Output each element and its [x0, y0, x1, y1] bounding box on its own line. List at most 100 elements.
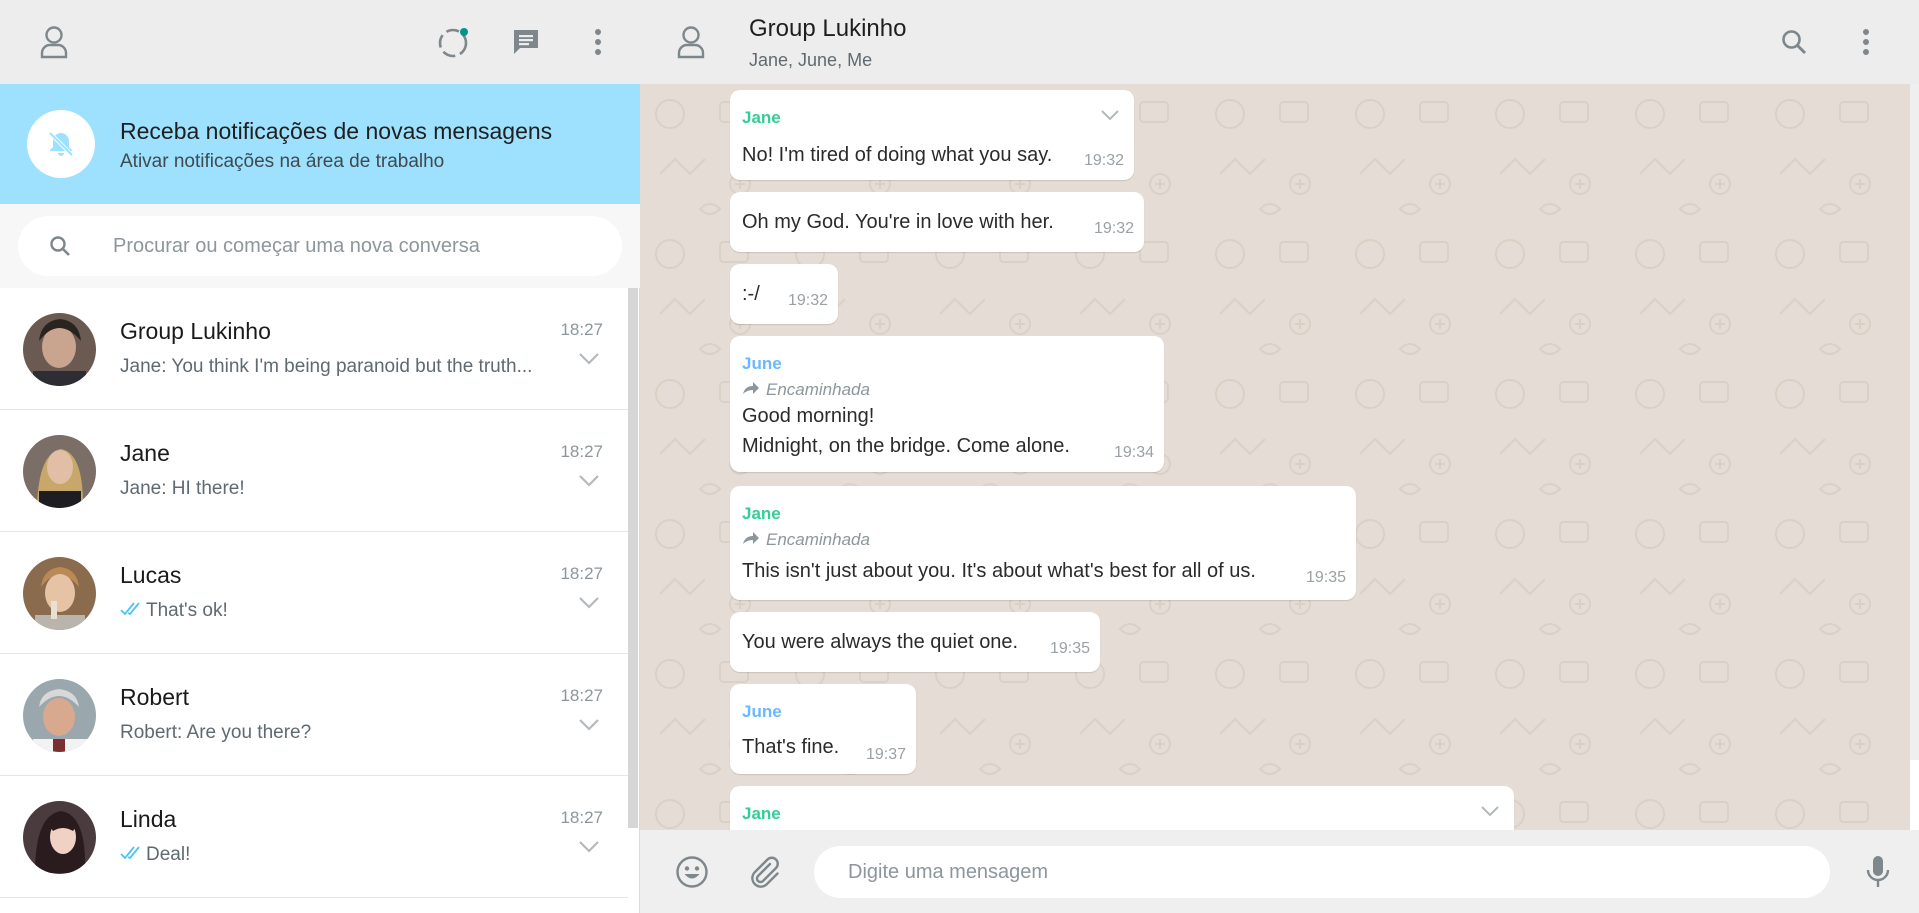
message-sender: June — [742, 702, 782, 721]
message-text: That's fine. — [742, 736, 840, 758]
chat-preview: Jane: HI there! — [120, 478, 565, 500]
notification-banner[interactable]: Receba notificações de novas mensagens A… — [0, 84, 640, 204]
bell-off-icon — [27, 110, 95, 178]
chat-name: Jane — [120, 440, 170, 466]
chat-preview-text: That's ok! — [146, 600, 228, 621]
emoji-icon[interactable] — [674, 854, 710, 890]
message-time: 19:35 — [1305, 569, 1346, 586]
message-sender: Jane — [742, 108, 781, 127]
microphone-icon[interactable] — [1860, 852, 1896, 892]
search-icon[interactable] — [48, 234, 72, 263]
message-time: 19:34 — [1113, 444, 1154, 461]
message-bubble[interactable]: Oh my God. You're in love with her. 19:3… — [730, 192, 1144, 252]
message-time: 19:32 — [787, 292, 828, 309]
forwarded-text: Encaminhada — [766, 530, 870, 549]
message-bubble[interactable]: Jane No! I'm tired of doing what you say… — [730, 90, 1134, 180]
avatar — [23, 801, 96, 874]
message-input-wrapper — [814, 846, 1830, 898]
message-time: 19:32 — [1093, 220, 1134, 237]
message-bubble[interactable]: :-/ 19:32 — [730, 264, 838, 324]
message-text: This isn't just about you. It's about wh… — [742, 560, 1256, 582]
group-avatar-icon[interactable] — [673, 24, 709, 60]
chat-name: Robert — [120, 684, 190, 710]
search-input[interactable] — [113, 230, 593, 262]
conversation-header[interactable]: Group Lukinho Jane, June, Me — [640, 0, 1919, 84]
forwarded-text: Encaminhada — [766, 380, 870, 399]
chevron-down-icon[interactable] — [1100, 108, 1120, 126]
conversation-pane: Group Lukinho Jane, June, Me Jane No! I'… — [640, 0, 1919, 913]
message-sender: June — [742, 354, 782, 373]
message-time: 19:32 — [1083, 152, 1124, 169]
message-input[interactable] — [848, 856, 1788, 888]
avatar — [23, 435, 96, 508]
chat-time: 18:27 — [560, 686, 603, 705]
chat-preview-text: Robert: Are you there? — [120, 722, 312, 743]
message-text: No! I'm tired of doing what you say. — [742, 144, 1053, 166]
chat-preview: That's ok! — [120, 600, 565, 622]
chat-preview-text: Deal! — [146, 844, 191, 865]
avatar — [23, 557, 96, 630]
status-icon[interactable] — [434, 24, 474, 60]
conversation-title: Group Lukinho — [749, 15, 907, 42]
message-bubble[interactable]: June Encaminhada Good morning! Midnight,… — [730, 336, 1164, 472]
forwarded-label: Encaminhada — [742, 380, 870, 400]
chat-list: Group Lukinho 18:27 Jane: You think I'm … — [0, 288, 628, 913]
forward-arrow-icon — [742, 380, 760, 400]
chat-name: Lucas — [120, 562, 182, 588]
message-bubble[interactable]: June That's fine. 19:37 — [730, 684, 916, 774]
chat-time: 18:27 — [560, 442, 603, 461]
chevron-down-icon[interactable] — [1480, 804, 1500, 822]
chat-list-item[interactable]: Robert 18:27 Robert: Are you there? — [0, 654, 628, 776]
composer — [640, 830, 1919, 913]
message-time: 19:35 — [1049, 640, 1090, 657]
search-box — [18, 216, 622, 276]
conversation-members: Jane, June, Me — [749, 50, 873, 70]
chat-time: 18:27 — [560, 320, 603, 339]
message-bubble[interactable]: You were always the quiet one. 19:35 — [730, 612, 1100, 672]
message-sender: Jane — [742, 504, 781, 523]
profile-avatar-icon[interactable] — [36, 24, 72, 60]
chat-time: 18:27 — [560, 808, 603, 827]
double-check-icon — [120, 600, 144, 622]
message-text: Good morning! — [742, 405, 875, 427]
message-bubble[interactable]: Jane Encaminhada This isn't just about y… — [730, 486, 1356, 600]
new-chat-icon[interactable] — [508, 24, 544, 60]
left-header — [0, 0, 640, 84]
chat-list-item[interactable]: Lucas 18:27 That's ok! — [0, 532, 628, 654]
chat-list-pane: Receba notificações de novas mensagens A… — [0, 0, 640, 913]
chevron-down-icon[interactable] — [578, 474, 600, 493]
chat-preview: Deal! — [120, 844, 565, 866]
message-bubble[interactable]: Jane — [730, 786, 1514, 830]
chat-preview: Robert: Are you there? — [120, 722, 565, 744]
chat-name: Group Lukinho — [120, 318, 271, 344]
message-area[interactable]: Jane No! I'm tired of doing what you say… — [640, 84, 1910, 830]
menu-icon[interactable] — [580, 24, 616, 60]
chat-time: 18:27 — [560, 564, 603, 583]
chat-list-item[interactable]: Jane 18:27 Jane: HI there! — [0, 410, 628, 532]
chevron-down-icon[interactable] — [578, 840, 600, 859]
search-bar — [0, 204, 640, 288]
chevron-down-icon[interactable] — [578, 352, 600, 371]
notification-subtitle[interactable]: Ativar notificações na área de trabalho — [120, 151, 444, 173]
chat-list-item[interactable]: Group Lukinho 18:27 Jane: You think I'm … — [0, 288, 628, 410]
chat-list-scrollbar[interactable] — [628, 288, 638, 828]
menu-icon[interactable] — [1848, 24, 1884, 60]
chat-name: Linda — [120, 806, 177, 832]
chat-preview: Jane: You think I'm being paranoid but t… — [120, 356, 565, 378]
avatar — [23, 679, 96, 752]
double-check-icon — [120, 844, 144, 866]
message-text: Midnight, on the bridge. Come alone. — [742, 435, 1070, 457]
chevron-down-icon[interactable] — [578, 596, 600, 615]
chevron-down-icon[interactable] — [578, 718, 600, 737]
message-time: 19:37 — [865, 746, 906, 763]
message-text: :-/ — [742, 283, 760, 305]
message-text: You were always the quiet one. — [742, 631, 1019, 653]
paperclip-icon[interactable] — [746, 854, 782, 890]
chat-list-item[interactable]: Linda 18:27 Deal! — [0, 776, 628, 898]
notification-title: Receba notificações de novas mensagens — [120, 118, 553, 144]
search-icon[interactable] — [1776, 24, 1812, 60]
avatar — [23, 313, 96, 386]
forwarded-label: Encaminhada — [742, 530, 870, 550]
chat-preview-text: Jane: HI there! — [120, 478, 245, 499]
message-scrollbar[interactable] — [1910, 84, 1919, 760]
